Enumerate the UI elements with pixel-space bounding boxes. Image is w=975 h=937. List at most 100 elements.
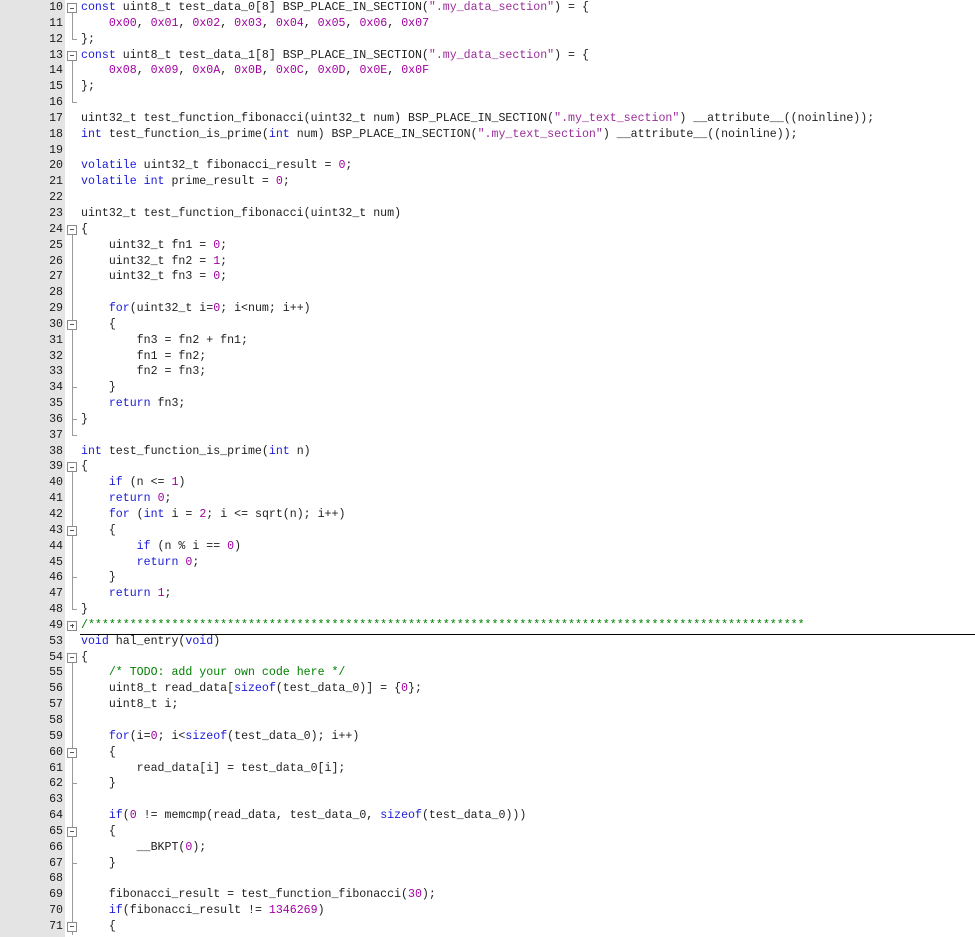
code-line[interactable]: 29 for(uint32_t i=0; i<num; i++)	[0, 301, 975, 317]
token: uint8_t read_data[	[81, 682, 235, 696]
fold-collapse-icon[interactable]	[65, 522, 80, 539]
code-line[interactable]: 59 for(i=0; i<sizeof(test_data_0); i++)	[0, 728, 975, 745]
code-line[interactable]: 40 if (n <= 1)	[0, 475, 975, 492]
code-line[interactable]: 14 0x08, 0x09, 0x0A, 0x0B, 0x0C, 0x0D, 0…	[0, 63, 975, 80]
code-line[interactable]: 13 const uint8_t test_data_1[8] BSP_PLACE…	[0, 48, 975, 64]
code-line[interactable]: 25 uint32_t fn1 = 0;	[0, 237, 975, 254]
code-line[interactable]: 60 {	[0, 744, 975, 761]
code-line[interactable]: 35 return fn3;	[0, 396, 975, 412]
code-line[interactable]: 39 {	[0, 459, 975, 476]
fold-collapse-icon[interactable]	[65, 222, 80, 238]
token: int	[143, 175, 165, 189]
code-line[interactable]: 41 return 0;	[0, 491, 975, 507]
code-text: 0x00, 0x01, 0x02, 0x03, 0x04, 0x05, 0x06…	[81, 16, 429, 32]
code-line[interactable]: 66 __BKPT(0);	[0, 839, 975, 856]
code-line[interactable]: 62 }	[0, 776, 975, 793]
code-line[interactable]: 61 read_data[i] = test_data_0[i];	[0, 760, 975, 777]
token: };	[408, 682, 422, 696]
code-line[interactable]: 63	[0, 792, 975, 809]
fold-collapse-icon[interactable]	[65, 459, 80, 476]
code-line[interactable]: 31 fn3 = fn2 + fn1;	[0, 332, 975, 349]
code-line[interactable]: 21 volatile int prime_result = 0;	[0, 174, 975, 190]
code-line[interactable]: 68	[0, 871, 975, 888]
code-line[interactable]: 64 if(0 != memcmp(read_data, test_data_0…	[0, 808, 975, 824]
code-line[interactable]: 38 int test_function_is_prime(int n)	[0, 444, 975, 460]
code-line[interactable]: 56 uint8_t read_data[sizeof(test_data_0)…	[0, 681, 975, 698]
token: ,	[387, 16, 402, 30]
code-line[interactable]: 44 if (n % i == 0)	[0, 538, 975, 555]
code-line[interactable]: 32 fn1 = fn2;	[0, 348, 975, 365]
line-number: 42	[49, 508, 63, 521]
fold-guide	[65, 15, 80, 32]
code-line[interactable]: 53 void hal_entry(void)	[0, 634, 975, 650]
line-number: 49	[49, 618, 63, 632]
fold-guide	[65, 712, 80, 729]
code-line[interactable]: 43 {	[0, 522, 975, 539]
fold-guide	[65, 903, 80, 919]
code-line[interactable]: 20 volatile uint32_t fibonacci_result = 0…	[0, 158, 975, 174]
code-line[interactable]: 45 return 0;	[0, 554, 975, 571]
code-line[interactable]: 23 uint32_t test_function_fibonacci(uint3…	[0, 206, 975, 222]
code-line[interactable]: 70 if(fibonacci_result != 1346269)	[0, 903, 975, 919]
code-line[interactable]: 28	[0, 285, 975, 302]
code-line[interactable]: 26 uint32_t fn2 = 1;	[0, 253, 975, 270]
code-line[interactable]: 11 0x00, 0x01, 0x02, 0x03, 0x04, 0x05, 0…	[0, 15, 975, 32]
token: ,	[303, 64, 318, 78]
fold-collapse-icon[interactable]	[65, 316, 80, 333]
code-line[interactable]: 49 /*************************************…	[0, 618, 975, 634]
token: test_function_is_prime(	[101, 127, 269, 141]
line-number: 47	[49, 587, 63, 601]
code-line[interactable]: 17 uint32_t test_function_fibonacci(uint3…	[0, 111, 975, 127]
code-line[interactable]: 18 int test_function_is_prime(int num) BS…	[0, 127, 975, 143]
code-line[interactable]: 12};	[0, 31, 975, 48]
code-line[interactable]: 33 fn2 = fn3;	[0, 364, 975, 381]
code-line[interactable]: 37	[0, 427, 975, 444]
code-line[interactable]: 55 /* TODO: add your own code here */	[0, 665, 975, 682]
code-line[interactable]: 22	[0, 190, 975, 206]
fold-guide	[65, 697, 80, 713]
code-text: if(fibonacci_result != 1346269)	[81, 903, 325, 919]
fold-collapse-icon[interactable]	[65, 0, 80, 16]
fold-expand-icon[interactable]	[65, 618, 80, 634]
line-number: 10	[49, 1, 63, 14]
code-line[interactable]: 36}	[0, 411, 975, 428]
code-text: return fn3;	[81, 396, 186, 412]
fold-collapse-icon[interactable]	[65, 918, 80, 935]
code-line[interactable]: 30 {	[0, 316, 975, 333]
token: ,	[345, 64, 360, 78]
token: };	[81, 32, 95, 46]
code-editor[interactable]: 10 const uint8_t test_data_0[8] BSP_PLACE…	[0, 0, 975, 935]
code-line[interactable]: 69 fibonacci_result = test_function_fibo…	[0, 887, 975, 904]
code-line[interactable]: 15};	[0, 79, 975, 96]
code-line[interactable]: 57 uint8_t i;	[0, 697, 975, 713]
code-line[interactable]: 16	[0, 95, 975, 111]
code-line[interactable]: 24 {	[0, 222, 975, 238]
code-line[interactable]: 58	[0, 712, 975, 729]
code-line[interactable]: 19	[0, 143, 975, 159]
code-line[interactable]: 71 {	[0, 918, 975, 935]
token: num) BSP_PLACE_IN_SECTION(	[289, 127, 478, 141]
token: 1	[157, 587, 165, 601]
line-number: 13	[49, 48, 63, 62]
token: 0x0F	[401, 64, 430, 78]
code-line[interactable]: 34 }	[0, 380, 975, 397]
code-line[interactable]: 48}	[0, 602, 975, 618]
code-line[interactable]: 67 }	[0, 855, 975, 872]
fold-collapse-icon[interactable]	[65, 48, 80, 64]
fold-collapse-icon[interactable]	[65, 823, 80, 840]
fold-collapse-icon[interactable]	[65, 650, 80, 666]
code-text: {	[81, 824, 116, 840]
code-line[interactable]: 47 return 1;	[0, 586, 975, 603]
code-line[interactable]: 10 const uint8_t test_data_0[8] BSP_PLACE…	[0, 0, 975, 16]
code-line[interactable]: 54 {	[0, 650, 975, 666]
token: ,	[345, 16, 360, 30]
code-line[interactable]: 27 uint32_t fn3 = 0;	[0, 269, 975, 286]
code-line[interactable]: 42 for (int i = 2; i <= sqrt(n); i++)	[0, 507, 975, 523]
fold-collapse-icon[interactable]	[65, 744, 80, 761]
code-line[interactable]: 65 {	[0, 823, 975, 840]
fold-guide	[65, 681, 80, 698]
code-line[interactable]: 46 }	[0, 570, 975, 587]
